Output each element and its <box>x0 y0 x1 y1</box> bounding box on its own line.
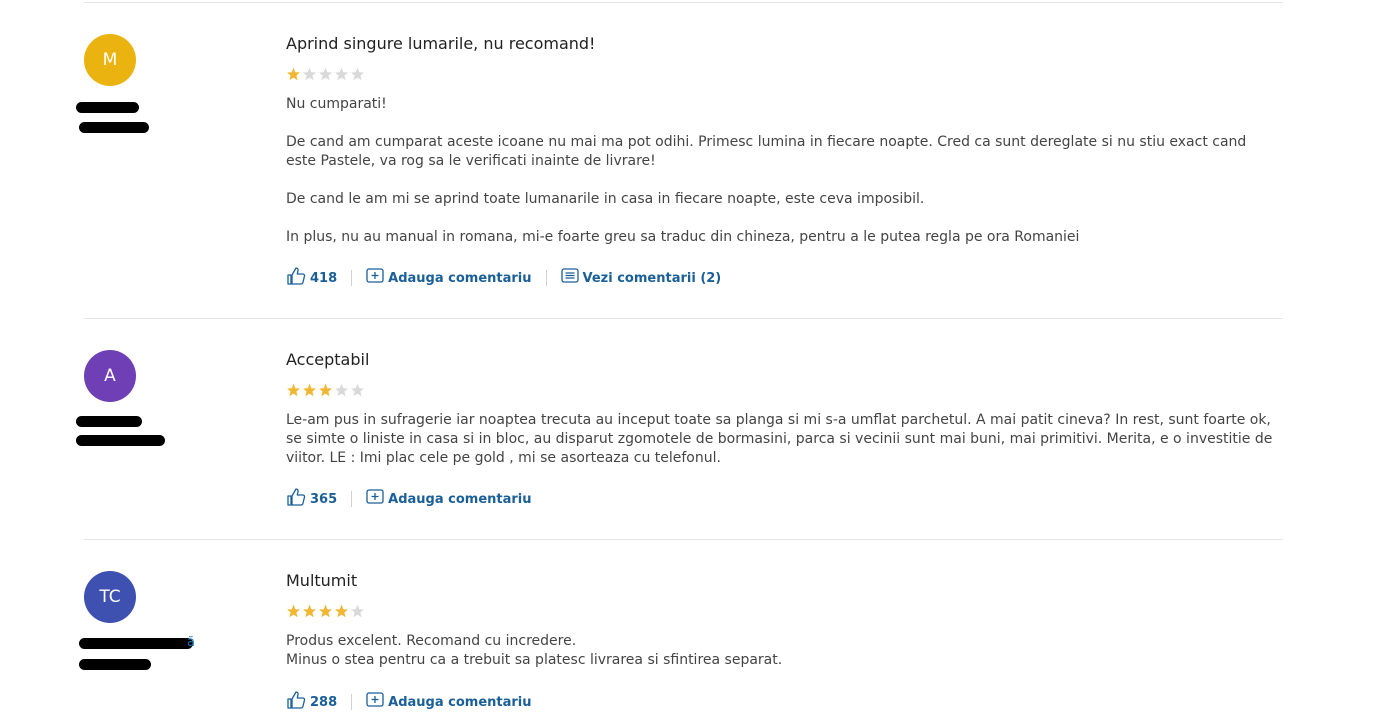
review-title: Aprind singure lumarile, nu recomand! <box>286 34 596 53</box>
review-paragraph: Produs excelent. Recomand cu incredere. … <box>286 633 783 668</box>
redacted-date <box>79 659 151 670</box>
divider <box>84 318 1283 319</box>
plus-box-icon <box>366 268 384 288</box>
add-comment-label: Adauga comentariu <box>388 491 532 507</box>
review-paragraph: Le-am pus in sufragerie iar noaptea trec… <box>286 412 1273 466</box>
star-filled-icon <box>303 383 316 397</box>
review-actions: 365 Adauga comentariu <box>286 487 532 511</box>
view-comments-button[interactable]: Vezi comentarii (2) <box>560 268 722 288</box>
redacted-date <box>79 122 149 133</box>
review-actions: 288 Adauga comentariu <box>286 690 532 714</box>
review-paragraph: Nu cumparati! <box>286 96 387 112</box>
star-filled-icon <box>287 67 300 81</box>
redacted-username <box>76 102 139 113</box>
add-comment-button[interactable]: Adauga comentariu <box>366 489 532 509</box>
plus-box-icon <box>366 489 384 509</box>
comment-list-icon <box>560 268 579 288</box>
avatar: M <box>84 34 136 86</box>
review-paragraph: In plus, nu au manual in romana, mi-e fo… <box>286 229 1080 245</box>
divider <box>84 539 1283 540</box>
view-comments-label: Vezi comentarii (2) <box>582 270 722 286</box>
star-filled-icon <box>319 383 332 397</box>
like-button[interactable]: 288 <box>286 690 337 714</box>
review-title: Acceptabil <box>286 350 370 369</box>
like-count: 365 <box>310 491 338 507</box>
redacted-date <box>76 435 165 446</box>
review-body: Nu cumparati! De cand am cumparat aceste … <box>286 95 1276 247</box>
star-rating <box>286 604 365 618</box>
star-empty-icon <box>335 383 348 397</box>
star-filled-icon <box>335 604 348 618</box>
star-filled-icon <box>319 604 332 618</box>
like-count: 418 <box>310 270 338 286</box>
plus-box-icon <box>366 692 384 712</box>
star-rating <box>286 383 365 397</box>
review-actions: 418 Adauga comentariu Vezi comentarii (2… <box>286 266 722 290</box>
divider <box>84 2 1283 3</box>
star-filled-icon <box>287 604 300 618</box>
reviews-page: M Aprind singure lumarile, nu recomand! … <box>0 0 1393 717</box>
thumbs-up-icon <box>286 487 306 511</box>
avatar: A <box>84 350 136 402</box>
like-count: 288 <box>310 694 338 710</box>
separator <box>351 491 353 507</box>
star-rating <box>286 67 365 81</box>
thumbs-up-icon <box>286 690 306 714</box>
star-empty-icon <box>319 67 332 81</box>
separator <box>351 694 353 710</box>
avatar: TC <box>84 571 136 623</box>
add-comment-button[interactable]: Adauga comentariu <box>366 692 532 712</box>
review-body: Produs excelent. Recomand cu incredere. … <box>286 632 1276 670</box>
separator <box>351 270 353 286</box>
star-empty-icon <box>351 67 364 81</box>
star-filled-icon <box>287 383 300 397</box>
like-button[interactable]: 418 <box>286 266 337 290</box>
star-empty-icon <box>303 67 316 81</box>
like-button[interactable]: 365 <box>286 487 337 511</box>
add-comment-label: Adauga comentariu <box>388 694 532 710</box>
add-comment-label: Adauga comentariu <box>388 270 532 286</box>
username-link[interactable]: ă <box>187 635 195 650</box>
redacted-username <box>76 416 142 427</box>
star-empty-icon <box>351 604 364 618</box>
separator <box>545 270 547 286</box>
review-paragraph: De cand le am mi se aprind toate lumanar… <box>286 191 925 207</box>
review-title: Multumit <box>286 571 358 590</box>
review-paragraph: De cand am cumparat aceste icoane nu mai… <box>286 134 1247 169</box>
star-filled-icon <box>303 604 316 618</box>
redacted-username <box>79 638 193 649</box>
star-empty-icon <box>351 383 364 397</box>
star-empty-icon <box>335 67 348 81</box>
review-body: Le-am pus in sufragerie iar noaptea trec… <box>286 411 1276 468</box>
add-comment-button[interactable]: Adauga comentariu <box>366 268 532 288</box>
thumbs-up-icon <box>286 266 306 290</box>
